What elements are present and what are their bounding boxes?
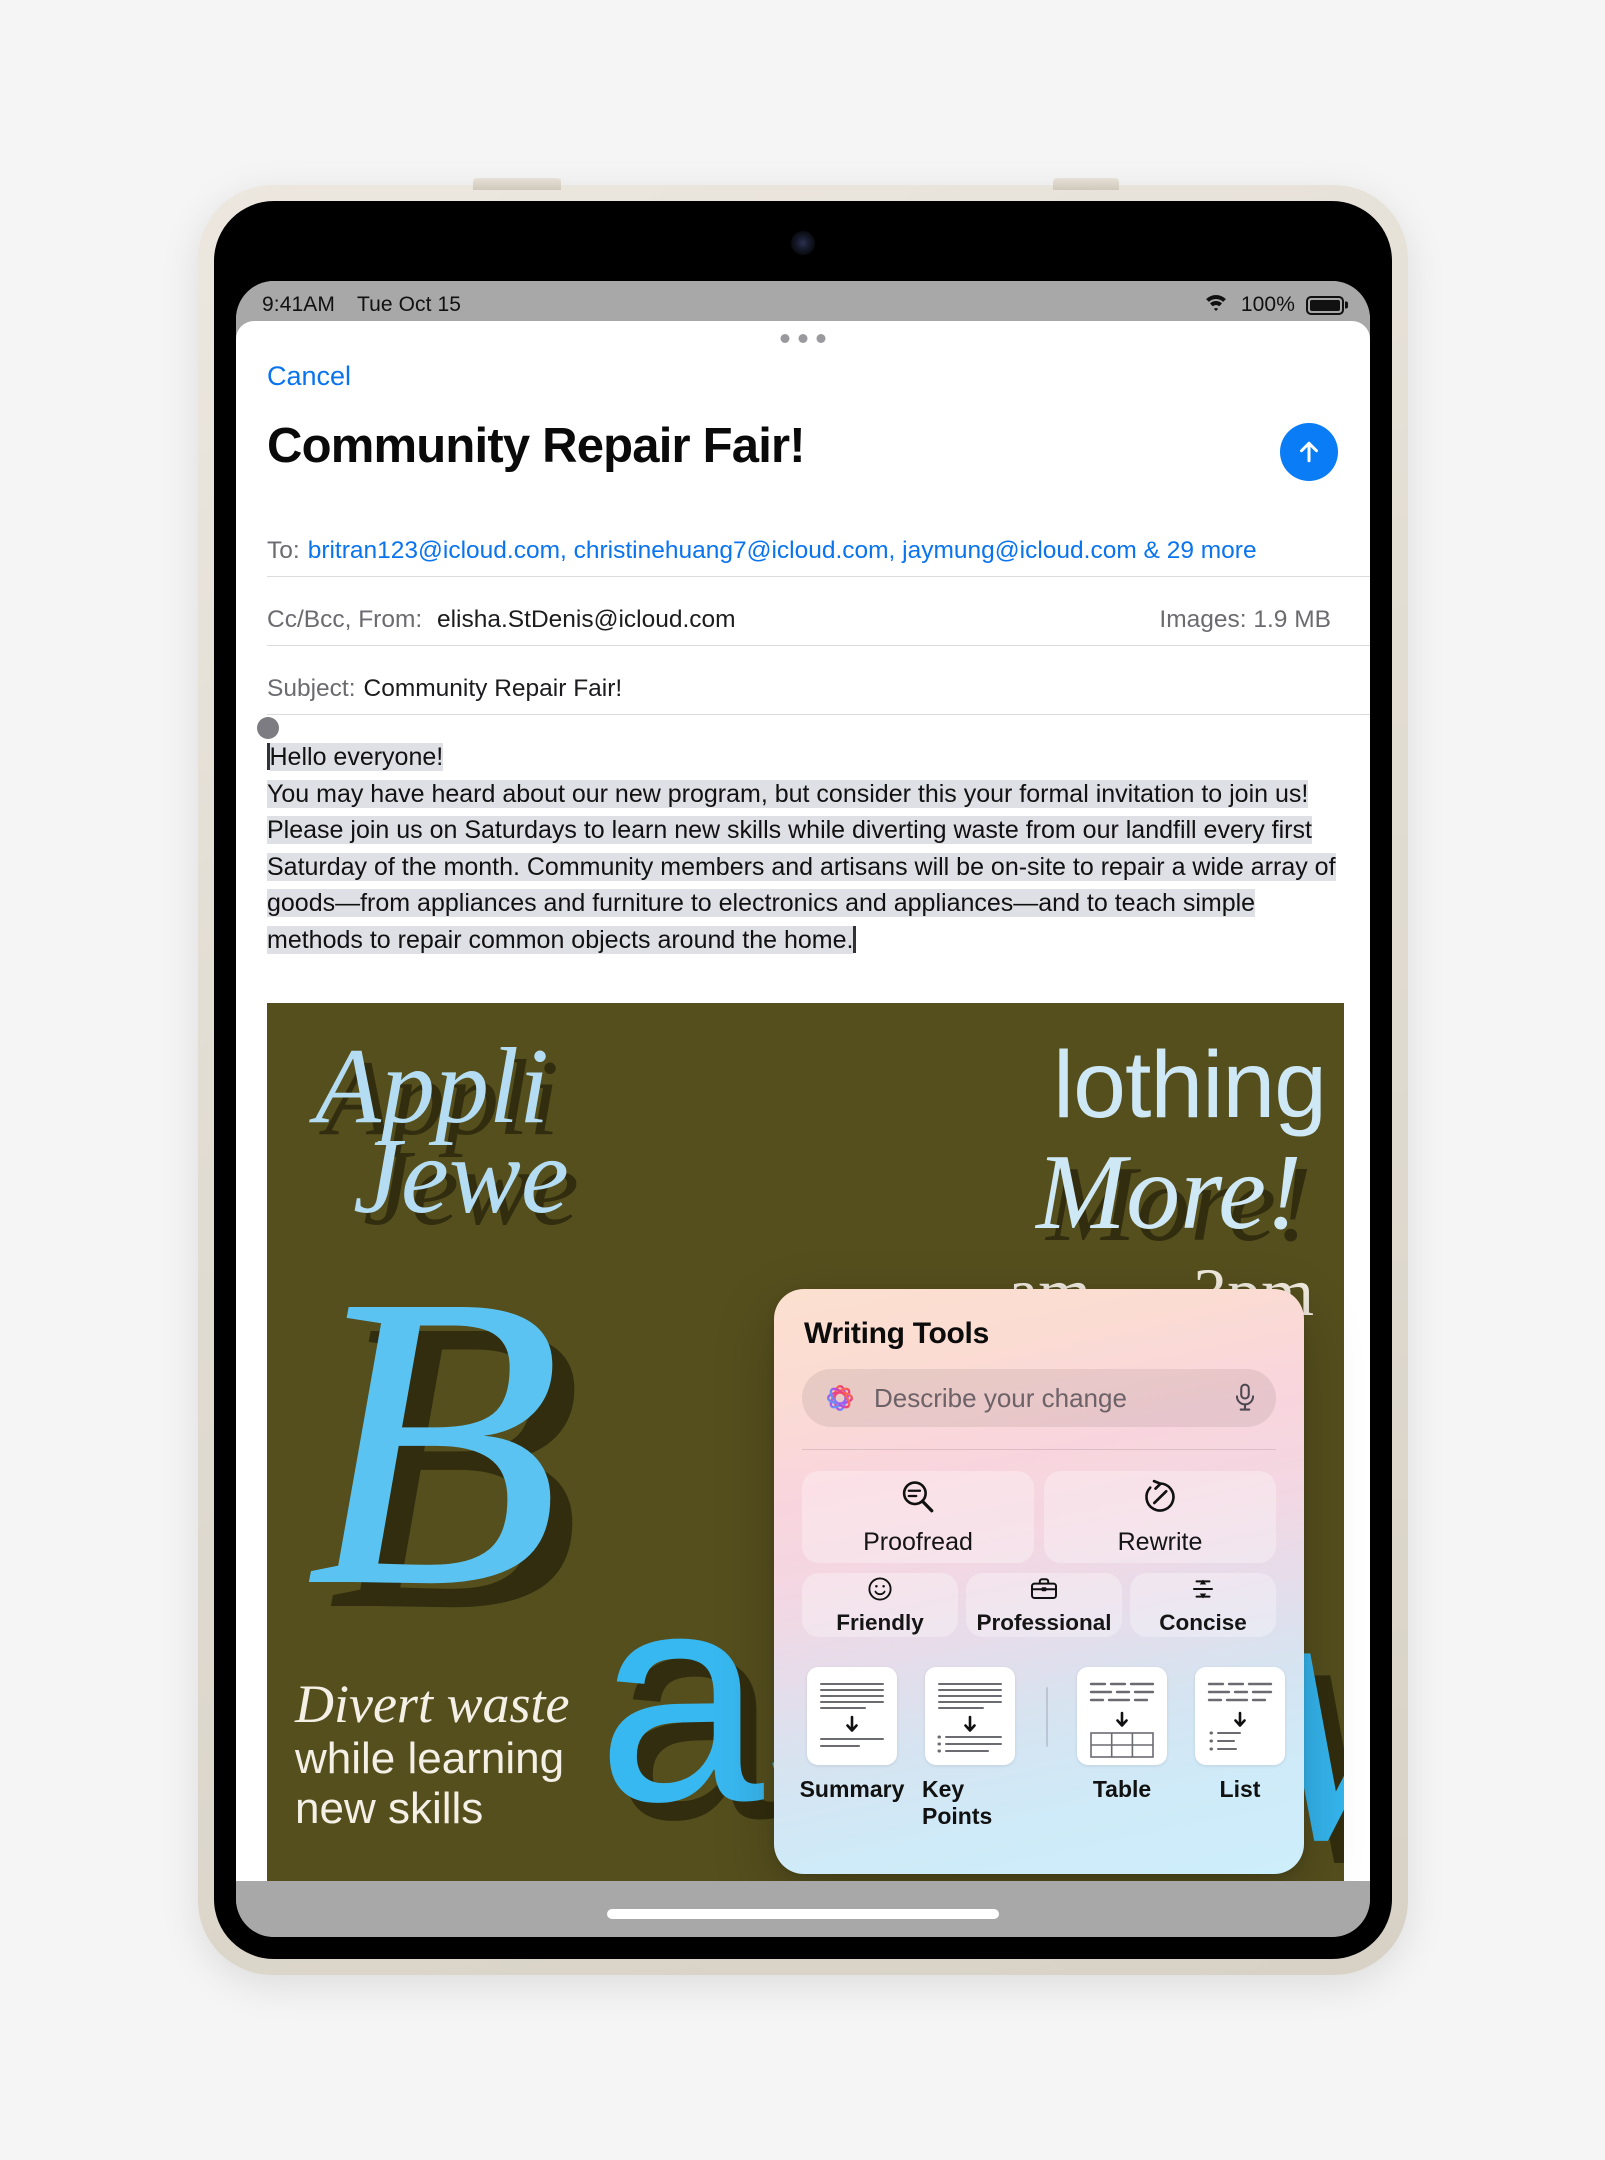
to-recipients[interactable]: britran123@icloud.com, christinehuang7@i… xyxy=(308,537,1257,565)
to-label: To: xyxy=(267,537,300,564)
home-indicator[interactable] xyxy=(607,1909,999,1919)
text-caret-end xyxy=(853,925,856,953)
status-time: 9:41AM xyxy=(262,293,335,316)
table-label: Table xyxy=(1092,1776,1152,1802)
describe-change-placeholder: Describe your change xyxy=(874,1382,1127,1413)
battery-icon xyxy=(1306,295,1344,315)
battery-percent: 100% xyxy=(1240,293,1295,316)
writing-tools-popover: Writing Tools Describe your change Proof… xyxy=(774,1289,1304,1874)
images-size-label: Images: 1.9 MB xyxy=(1159,606,1331,633)
document-summary-icon xyxy=(807,1667,897,1765)
ipad-device-frame: 9:41AM Tue Oct 15 100% Cancel Community … xyxy=(198,178,1408,1975)
professional-label: Professional xyxy=(976,1609,1112,1635)
from-address[interactable]: elisha.StDenis@icloud.com xyxy=(437,606,736,633)
front-camera-icon xyxy=(791,231,815,255)
status-bar-right: 100% xyxy=(1201,293,1344,317)
send-arrow-up-icon xyxy=(1300,441,1318,463)
proofread-label: Proofread xyxy=(863,1528,973,1556)
describe-change-input[interactable]: Describe your change xyxy=(802,1369,1276,1427)
divider xyxy=(802,1449,1276,1450)
friendly-button[interactable]: Friendly xyxy=(802,1573,958,1637)
list-label: List xyxy=(1219,1776,1261,1802)
divider xyxy=(267,576,1370,577)
summary-button[interactable]: Summary xyxy=(800,1667,904,1803)
key-points-label: Key Points xyxy=(922,1776,993,1829)
concise-label: Concise xyxy=(1159,1609,1247,1635)
key-points-button[interactable]: Key Points xyxy=(922,1667,1018,1830)
send-button[interactable] xyxy=(1280,423,1338,481)
apple-intelligence-icon xyxy=(827,1385,853,1411)
summary-label: Summary xyxy=(799,1776,905,1802)
divider xyxy=(267,645,1370,646)
subject-label: Subject: xyxy=(267,675,356,702)
writing-tools-title: Writing Tools xyxy=(804,1317,989,1350)
volume-button[interactable] xyxy=(1053,178,1119,190)
sheet-grabber-handle[interactable] xyxy=(780,334,826,343)
rewrite-button[interactable]: Rewrite xyxy=(1044,1471,1276,1563)
ccbcc-from-group: Cc/Bcc, From: elisha.StDenis@icloud.com xyxy=(267,606,736,634)
ccbcc-from-row[interactable]: Cc/Bcc, From: elisha.StDenis@icloud.com … xyxy=(236,606,1370,634)
divider xyxy=(1046,1687,1048,1747)
cancel-button[interactable]: Cancel xyxy=(267,361,351,392)
selection-handle-start[interactable] xyxy=(257,717,279,739)
rewrite-label: Rewrite xyxy=(1117,1528,1203,1556)
device-bezel: 9:41AM Tue Oct 15 100% Cancel Community … xyxy=(214,201,1392,1959)
document-list-icon xyxy=(1195,1667,1285,1765)
divider xyxy=(267,714,1370,715)
compress-arrows-icon xyxy=(1189,1575,1217,1608)
to-field-row[interactable]: To: britran123@icloud.com, christinehuan… xyxy=(236,537,1370,565)
page-title: Community Repair Fair! xyxy=(267,419,806,473)
proofread-button[interactable]: Proofread xyxy=(802,1471,1034,1563)
magnifier-lines-icon xyxy=(898,1477,938,1522)
status-date: Tue Oct 15 xyxy=(356,293,462,316)
mail-body-text[interactable]: Hello everyone! You may have heard about… xyxy=(267,739,1344,958)
poster-clothing-text: lothing xyxy=(1053,1032,1327,1138)
subject-field-row[interactable]: Subject: Community Repair Fair! xyxy=(236,675,1370,703)
poster-letter-b: B xyxy=(305,1208,562,1673)
status-bar-left: 9:41AM Tue Oct 15 xyxy=(262,293,461,317)
body-line-2: You may have heard about our new program… xyxy=(267,779,1336,954)
home-indicator-zone xyxy=(236,1881,1370,1937)
briefcase-icon xyxy=(1029,1575,1059,1608)
device-screen: 9:41AM Tue Oct 15 100% Cancel Community … xyxy=(236,281,1370,1937)
microphone-icon[interactable] xyxy=(1232,1383,1258,1413)
subject-value[interactable]: Community Repair Fair! xyxy=(364,675,623,703)
concise-button[interactable]: Concise xyxy=(1130,1573,1276,1637)
document-key-points-icon xyxy=(925,1667,1015,1765)
wifi-icon xyxy=(1201,294,1230,316)
list-button[interactable]: List xyxy=(1192,1667,1288,1803)
document-table-icon xyxy=(1077,1667,1167,1765)
poster-tagline: Divert waste while learning new skills xyxy=(295,1674,570,1833)
smiley-face-icon xyxy=(866,1575,894,1608)
body-line-1: Hello everyone! xyxy=(269,743,444,771)
friendly-label: Friendly xyxy=(836,1609,924,1635)
ccbcc-from-label: Cc/Bcc, From: xyxy=(267,606,423,633)
table-button[interactable]: Table xyxy=(1074,1667,1170,1803)
professional-button[interactable]: Professional xyxy=(966,1573,1122,1637)
power-button[interactable] xyxy=(473,178,561,190)
rewrite-circle-arrow-icon xyxy=(1140,1477,1180,1522)
screenshot-root: 9:41AM Tue Oct 15 100% Cancel Community … xyxy=(0,0,1605,2160)
mail-compose-sheet: Cancel Community Repair Fair! To: britra… xyxy=(236,321,1370,1881)
poster-more-text: More! xyxy=(1036,1133,1302,1252)
